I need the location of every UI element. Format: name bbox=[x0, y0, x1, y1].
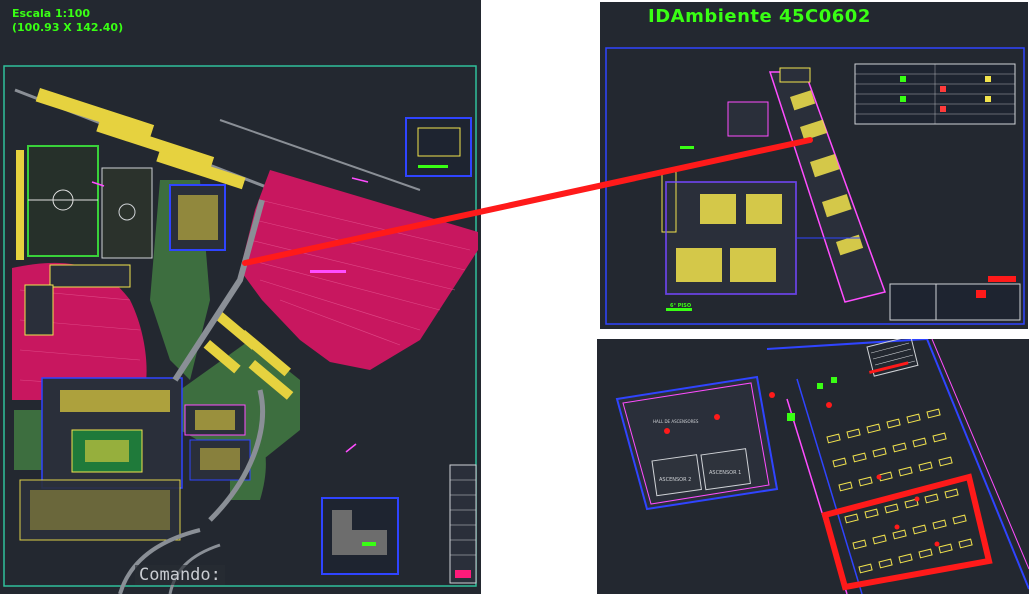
highlight-box bbox=[821, 473, 993, 591]
command-line[interactable]: Comando: bbox=[135, 565, 225, 585]
scale-dimensions: (100.93 X 142.40) bbox=[12, 21, 124, 34]
site-plan-drawing bbox=[3, 65, 478, 594]
elevator-1-label: ASCENSOR 1 bbox=[709, 470, 741, 476]
site-plan-viewport[interactable]: Escala 1:100 (100.93 X 142.40) Comando: bbox=[0, 0, 481, 594]
hall-label: HALL DE ASCENSORES bbox=[653, 419, 699, 424]
floor-plan-viewport[interactable]: IDAmbiente 45C0602 6° PISO bbox=[600, 2, 1028, 329]
elevator-2-label: ASCENSOR 2 bbox=[659, 477, 691, 483]
room-id-label: IDAmbiente 45C0602 bbox=[648, 6, 871, 27]
floor-plan-drawing bbox=[605, 47, 1025, 325]
detail-drawing: ASCENSOR 2 ASCENSOR 1 HALL DE ASCENSORES bbox=[615, 339, 1029, 594]
scale-label: Escala 1:100 bbox=[12, 7, 91, 20]
detail-viewport[interactable]: ASCENSOR 2 ASCENSOR 1 HALL DE ASCENSORES bbox=[597, 339, 1029, 594]
floor-label: 6° PISO bbox=[670, 303, 692, 309]
